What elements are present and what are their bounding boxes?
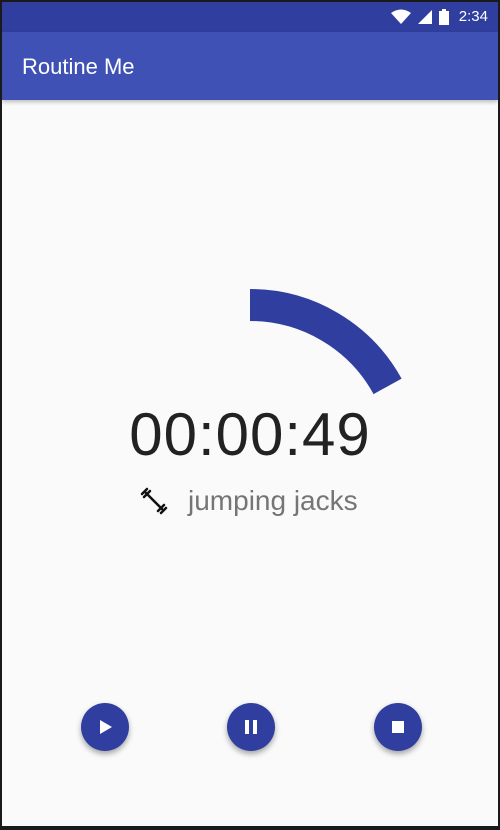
dumbbell-icon — [140, 487, 168, 515]
stop-icon — [392, 721, 404, 733]
app-screen: 2:34 Routine Me 00:00:49 jumping jacks — [2, 2, 498, 826]
pause-icon — [245, 720, 257, 734]
play-icon — [100, 720, 112, 734]
pause-button[interactable] — [227, 703, 275, 751]
progress-arc-path — [249, 289, 402, 395]
timer-display: 00:00:49 — [129, 401, 371, 468]
play-button[interactable] — [81, 703, 129, 751]
exercise-name: jumping jacks — [188, 485, 358, 516]
stop-button[interactable] — [374, 703, 422, 751]
exercise-row: jumping jacks — [138, 485, 358, 517]
